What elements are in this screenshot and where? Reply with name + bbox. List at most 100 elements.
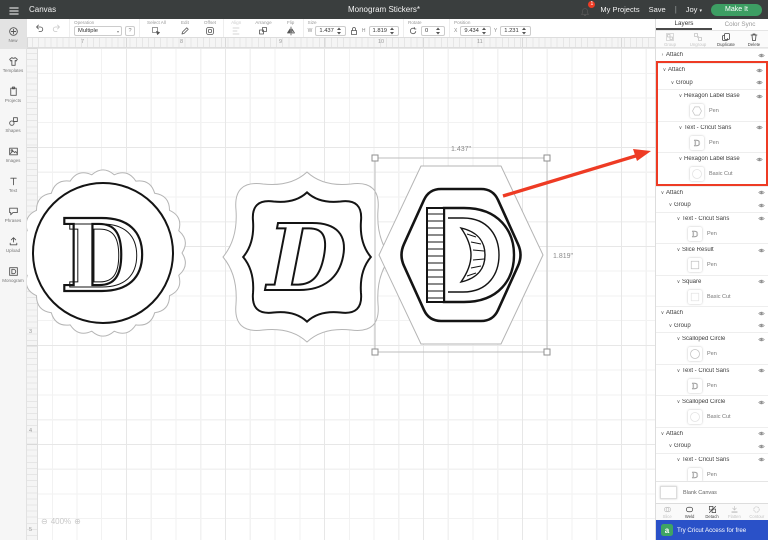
my-projects-link[interactable]: My Projects	[600, 5, 639, 14]
layer-text-cricut-sans[interactable]: ∨Text - Cricut Sans	[656, 453, 768, 466]
tab-color-sync[interactable]: Color Sync	[712, 19, 768, 30]
layer-hexagon-label-base[interactable]: ∨Hexagon Label Base	[658, 152, 766, 165]
chevron-down-icon[interactable]: ∨	[675, 247, 682, 253]
notifications-button[interactable]: 1	[580, 4, 591, 16]
stepper-icon[interactable]	[479, 26, 489, 36]
chevron-down-icon[interactable]: ∨	[677, 156, 684, 162]
weld-button[interactable]: Weld	[678, 504, 700, 520]
tab-layers[interactable]: Layers	[656, 19, 712, 30]
eye-icon[interactable]	[758, 189, 765, 196]
sidebar-item-phrases[interactable]: Phrases	[0, 199, 26, 229]
eye-icon[interactable]	[758, 278, 765, 285]
layer-group[interactable]: ∨Group	[656, 319, 768, 332]
position-y-input[interactable]: 1.231	[500, 26, 531, 36]
sidebar-item-shapes[interactable]: Shapes	[0, 109, 26, 139]
arrange-button[interactable]: Arrange	[252, 20, 274, 36]
operation-select[interactable]: Multiple▾	[74, 26, 122, 36]
chevron-down-icon[interactable]: ∨	[661, 67, 668, 73]
delete-button[interactable]: Delete	[740, 31, 768, 47]
layer-hexagon-label-base[interactable]: ∨Hexagon Label Base	[658, 89, 766, 102]
design-canvas[interactable]: D D D	[27, 48, 655, 540]
duplicate-button[interactable]: Duplicate	[712, 31, 740, 47]
layer-group[interactable]: ∨Group	[656, 199, 768, 212]
layer-text-cricut-sans[interactable]: ∨Text - Cricut Sans	[658, 121, 766, 134]
flatten-button[interactable]: Flatten	[723, 504, 745, 520]
layer-linetype-pen[interactable]: DPen	[658, 134, 766, 153]
eye-icon[interactable]	[758, 367, 765, 374]
chevron-down-icon[interactable]: ∨	[659, 310, 666, 316]
selection-handle-se[interactable]	[544, 349, 550, 355]
selection-handle-ne[interactable]	[544, 155, 550, 161]
eye-icon[interactable]	[758, 399, 765, 406]
position-x-input[interactable]: 9.434	[460, 26, 491, 36]
chevron-down-icon[interactable]: ∨	[675, 368, 682, 374]
make-it-button[interactable]: Make It	[711, 4, 762, 16]
chevron-down-icon[interactable]: ∨	[677, 93, 684, 99]
edit-button[interactable]: Edit	[177, 20, 193, 36]
contour-button[interactable]: Contour	[746, 504, 768, 520]
chevron-down-icon[interactable]: ∨	[675, 457, 682, 463]
blank-canvas-row[interactable]: Blank Canvas	[656, 481, 768, 503]
rotate-input[interactable]: 0	[421, 26, 445, 36]
eye-icon[interactable]	[758, 456, 765, 463]
eye-icon[interactable]	[758, 310, 765, 317]
sidebar-item-upload[interactable]: Upload	[0, 229, 26, 259]
align-button[interactable]: Align	[228, 20, 244, 36]
select-all-button[interactable]: Select All	[144, 20, 169, 36]
eye-icon[interactable]	[756, 156, 763, 163]
eye-icon[interactable]	[758, 443, 765, 450]
chevron-down-icon[interactable]: ∨	[659, 431, 666, 437]
layer-linetype-pen[interactable]: DPen	[656, 466, 768, 482]
layer-attach[interactable]: ∨Attach	[658, 63, 766, 76]
width-input[interactable]: 1.437	[315, 26, 346, 36]
stepper-icon[interactable]	[519, 26, 529, 36]
sidebar-item-images[interactable]: Images	[0, 139, 26, 169]
layer-linetype-pen[interactable]: Pen	[656, 345, 768, 364]
layer-text-cricut-sans[interactable]: ∨Text - Cricut Sans	[656, 212, 768, 225]
layer-scalloped-circle[interactable]: ∨Scalloped Circle	[656, 395, 768, 408]
lock-icon[interactable]	[349, 26, 359, 36]
cricut-access-banner[interactable]: a Try Cricut Access for free	[656, 520, 768, 540]
undo-icon[interactable]	[35, 23, 45, 33]
sidebar-item-text[interactable]: Text	[0, 169, 26, 199]
eye-icon[interactable]	[758, 336, 765, 343]
eye-icon[interactable]	[758, 322, 765, 329]
sidebar-item-projects[interactable]: Projects	[0, 79, 26, 109]
scalloped-circle-monogram[interactable]: D D	[27, 170, 185, 336]
chevron-down-icon[interactable]: ∨	[677, 125, 684, 131]
sidebar-item-templates[interactable]: Templates	[0, 49, 26, 79]
chevron-down-icon[interactable]: ∨	[675, 399, 682, 405]
layer-slice-result[interactable]: ∨Slice Result	[656, 243, 768, 256]
chevron-down-icon[interactable]: ∨	[675, 216, 682, 222]
layer-attach[interactable]: ∨Attach	[656, 186, 768, 199]
layer-linetype-pen[interactable]: DPen	[656, 225, 768, 244]
eye-icon[interactable]	[758, 202, 765, 209]
layer-linetype-basic-cut[interactable]: Basic Cut	[656, 408, 768, 427]
ornate-frame-monogram[interactable]: D	[223, 172, 391, 342]
layer-group[interactable]: ∨Group	[656, 440, 768, 453]
hamburger-menu-icon[interactable]	[8, 5, 22, 15]
layer-group[interactable]: ∨Group	[658, 76, 766, 89]
stepper-icon[interactable]	[387, 26, 397, 36]
chevron-down-icon[interactable]: ∨	[667, 323, 674, 329]
layer-text-cricut-sans[interactable]: ∨Text - Cricut Sans	[656, 364, 768, 377]
chevron-down-icon[interactable]: ∨	[659, 190, 666, 196]
selection-handle-sw[interactable]	[372, 349, 378, 355]
blank-canvas-swatch[interactable]	[660, 486, 677, 499]
zoom-in-icon[interactable]: ⊕	[74, 517, 81, 526]
eye-icon[interactable]	[756, 79, 763, 86]
sidebar-item-monogram[interactable]: Monogram	[0, 259, 26, 289]
layer-linetype-pen[interactable]: Pen	[656, 256, 768, 275]
detach-button[interactable]: Detach	[701, 504, 723, 520]
ungroup-button[interactable]: Ungroup	[684, 31, 712, 47]
eye-icon[interactable]	[756, 124, 763, 131]
layer-linetype-pen[interactable]: Pen	[658, 102, 766, 121]
height-input[interactable]: 1.819	[369, 26, 400, 36]
group-button[interactable]: Group	[656, 31, 684, 47]
flip-button[interactable]: Flip	[283, 20, 299, 36]
zoom-out-icon[interactable]: ⊖	[41, 517, 48, 526]
stepper-icon[interactable]	[334, 26, 344, 36]
eye-icon[interactable]	[758, 52, 765, 59]
redo-icon[interactable]	[51, 23, 61, 33]
chevron-down-icon[interactable]: ∨	[675, 336, 682, 342]
